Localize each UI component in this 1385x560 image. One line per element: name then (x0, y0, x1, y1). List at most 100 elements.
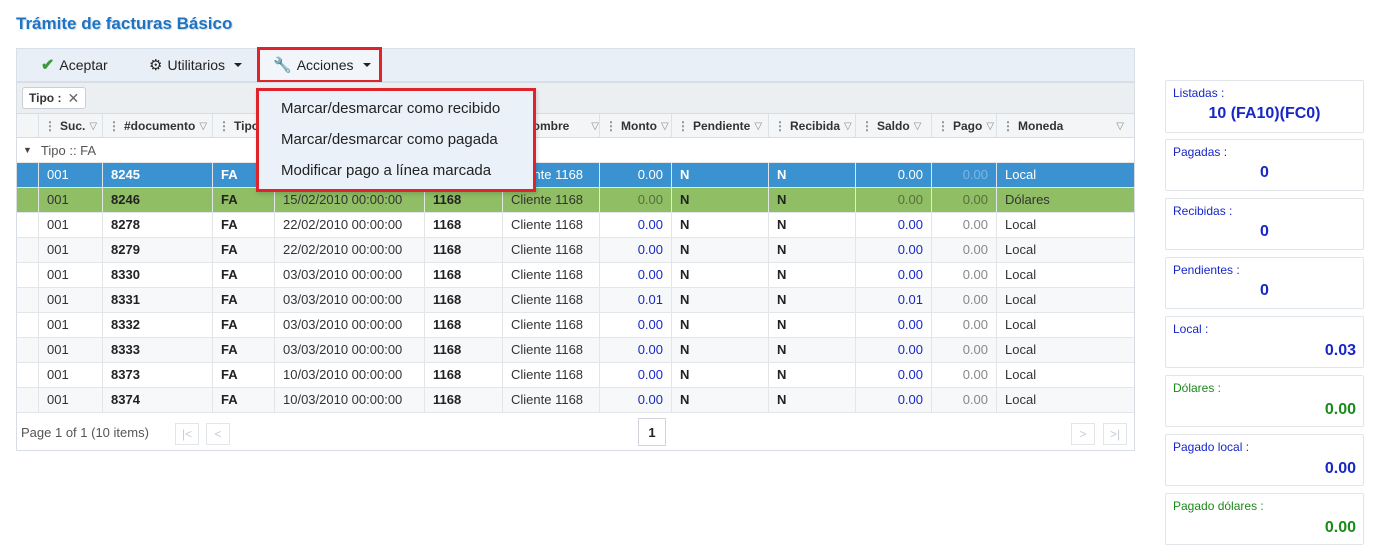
cell-moneda: Local (996, 338, 1136, 362)
cell-saldo: 0.00 (855, 238, 931, 262)
acciones-button[interactable]: 🔧 Acciones (257, 47, 382, 83)
cell-pago: 0.00 (931, 188, 996, 212)
utilitarios-button[interactable]: ⚙ Utilitarios (149, 49, 243, 81)
cell-saldo: 0.00 (855, 338, 931, 362)
collapse-triangle-icon[interactable]: ▼ (23, 145, 32, 155)
cell-recibida: N (768, 263, 855, 287)
table-row[interactable]: 001 8330 FA 03/03/2010 00:00:00 1168 Cliente … (17, 263, 1134, 288)
menu-item-modificar-pago[interactable]: Modificar pago a línea marcada (281, 156, 491, 186)
cell-pago: 0.00 (931, 388, 996, 412)
drag-handle-icon[interactable]: ⋮ (108, 119, 120, 133)
column-header-recibida[interactable]: ⋮ Recibida ▽ (768, 114, 855, 138)
filter-icon[interactable]: ▽ (754, 121, 762, 132)
summary-box-pendientes: Pendientes : 0 (1165, 257, 1364, 309)
drag-handle-icon[interactable]: ⋮ (605, 119, 617, 133)
cell-monto: 0.00 (599, 338, 671, 362)
drag-handle-icon[interactable]: ⋮ (861, 119, 873, 133)
drag-handle-icon[interactable]: ⋮ (937, 119, 949, 133)
table-row[interactable]: 001 8333 FA 03/03/2010 00:00:00 1168 Cliente … (17, 338, 1134, 363)
filter-icon[interactable]: ▽ (1116, 121, 1124, 132)
first-page-icon[interactable]: |< (175, 423, 199, 445)
last-page-icon[interactable]: >| (1103, 423, 1127, 445)
table-row[interactable]: 001 8373 FA 10/03/2010 00:00:00 1168 Cliente … (17, 363, 1134, 388)
cell-tipo: FA (212, 263, 274, 287)
column-header-moneda[interactable]: ⋮ Moneda ▽ (996, 114, 1136, 138)
table-row[interactable]: 001 8374 FA 10/03/2010 00:00:00 1168 Cliente … (17, 388, 1134, 413)
summary-value: 0.00 (1324, 519, 1356, 536)
menu-item-marcar-recibido[interactable]: Marcar/desmarcar como recibido (281, 94, 500, 124)
group-chip-label: Tipo : (29, 91, 62, 105)
cell-tipo: FA (212, 288, 274, 312)
column-header-saldo[interactable]: ⋮ Saldo ▽ (855, 114, 931, 138)
column-header-pendiente[interactable]: ⋮ Pendiente ▽ (671, 114, 768, 138)
column-header-label: Suc. (60, 119, 86, 133)
table-row[interactable]: 001 8331 FA 03/03/2010 00:00:00 1168 Cliente … (17, 288, 1134, 313)
cell-saldo: 0.00 (855, 213, 931, 237)
aceptar-button[interactable]: ✔ Aceptar (41, 49, 108, 81)
column-header-documento[interactable]: ⋮ #documento ▽ (102, 114, 212, 138)
utilitarios-label: Utilitarios (167, 57, 226, 73)
cell-saldo: 0.00 (855, 363, 931, 387)
column-header-monto[interactable]: ⋮ Monto ▽ (599, 114, 671, 138)
summary-label: Pagadas : (1173, 145, 1228, 159)
cell-codigo: 1168 (424, 288, 502, 312)
cell-documento: 8279 (102, 238, 212, 262)
cell-nombre: Cliente 1168 (502, 238, 599, 262)
cell-saldo: 0.00 (855, 263, 931, 287)
close-icon[interactable]: ✕ (67, 90, 79, 107)
table-row[interactable]: 001 8278 FA 22/02/2010 00:00:00 1168 Cliente … (17, 213, 1134, 238)
filter-icon[interactable]: ▽ (986, 121, 994, 132)
cell-recibida: N (768, 388, 855, 412)
table-row[interactable]: 001 8332 FA 03/03/2010 00:00:00 1168 Cliente … (17, 313, 1134, 338)
cell-saldo: 0.01 (855, 288, 931, 312)
filter-icon[interactable]: ▽ (591, 121, 599, 132)
caret-down-icon (234, 63, 243, 67)
column-header-label: #documento (124, 119, 196, 133)
aceptar-label: Aceptar (59, 57, 108, 73)
cell-pago: 0.00 (931, 238, 996, 262)
drag-handle-icon[interactable]: ⋮ (218, 119, 230, 133)
check-icon: ✔ (41, 57, 55, 74)
cell-codigo: 1168 (424, 263, 502, 287)
page-number-button[interactable]: 1 (638, 418, 666, 446)
table-row[interactable]: 0018245FA15/02/2010 00:00:001168Cliente … (17, 163, 1134, 188)
cell-nombre: Cliente 1168 (502, 338, 599, 362)
group-row-fa[interactable]: ▼ Tipo :: FA (17, 138, 1134, 163)
menu-item-marcar-pagada[interactable]: Marcar/desmarcar como pagada (281, 125, 498, 155)
cell-fecha: 03/03/2010 00:00:00 (274, 263, 424, 287)
cell-moneda: Dólares (996, 188, 1136, 212)
cell-documento: 8333 (102, 338, 212, 362)
next-page-icon[interactable]: > (1071, 423, 1095, 445)
group-row-label: Tipo :: FA (40, 142, 97, 158)
drag-handle-icon[interactable]: ⋮ (1002, 119, 1014, 133)
column-header-label: Recibida (790, 119, 841, 133)
filter-icon[interactable]: ▽ (89, 121, 97, 132)
cell-saldo: 0.00 (855, 163, 931, 187)
cell-tipo: FA (212, 388, 274, 412)
summary-value: 0.00 (1324, 460, 1356, 477)
cell-monto: 0.00 (599, 363, 671, 387)
caret-down-icon (362, 63, 371, 67)
group-chip-tipo[interactable]: Tipo : ✕ (22, 87, 87, 109)
cell-documento: 8374 (102, 388, 212, 412)
column-header-pago[interactable]: ⋮ Pago ▽ (931, 114, 996, 138)
table-row[interactable]: 001 8279 FA 22/02/2010 00:00:00 1168 Cliente … (17, 238, 1134, 263)
column-header-label: Saldo (877, 119, 910, 133)
cell-monto: 0.00 (599, 388, 671, 412)
drag-handle-icon[interactable]: ⋮ (677, 119, 689, 133)
filter-icon[interactable]: ▽ (914, 121, 922, 132)
cell-codigo: 1168 (424, 363, 502, 387)
filter-icon[interactable]: ▽ (844, 121, 852, 132)
cell-moneda: Local (996, 213, 1136, 237)
prev-page-icon[interactable]: < (206, 423, 230, 445)
table-row[interactable]: 001 8246 FA 15/02/2010 00:00:00 1168 Cliente … (17, 188, 1134, 213)
cell-tipo: FA (212, 238, 274, 262)
cell-recibida: N (768, 313, 855, 337)
drag-handle-icon[interactable]: ⋮ (774, 119, 786, 133)
summary-value: 0.00 (1324, 401, 1356, 418)
cell-recibida: N (768, 163, 855, 187)
summary-label: Pendientes : (1173, 263, 1240, 277)
drag-handle-icon[interactable]: ⋮ (44, 119, 56, 133)
filter-icon[interactable]: ▽ (661, 121, 669, 132)
filter-icon[interactable]: ▽ (199, 121, 207, 132)
